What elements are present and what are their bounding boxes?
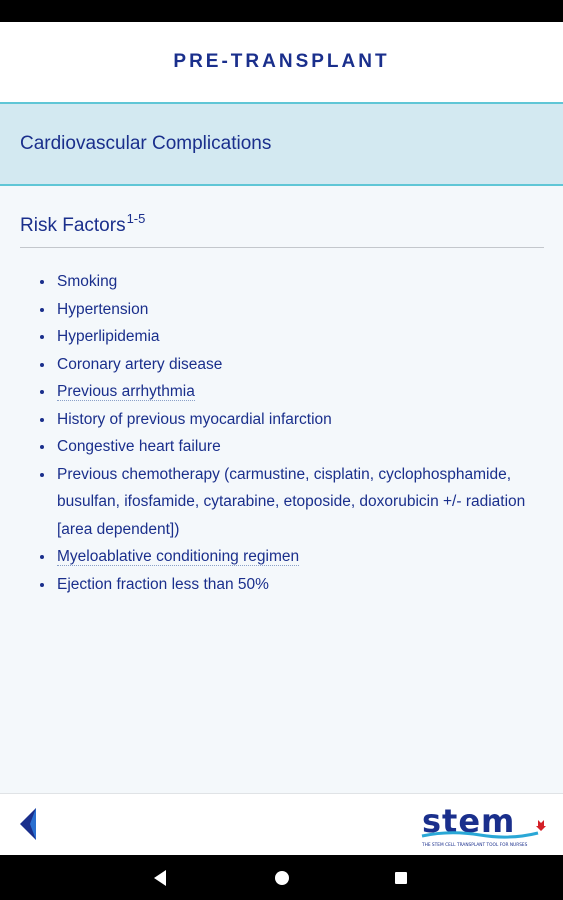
list-item: Previous chemotherapy (carmustine, cispl… <box>20 461 544 544</box>
svg-text:THE STEM CELL TRANSPLANT TOOL: THE STEM CELL TRANSPLANT TOOL FOR NURSES <box>421 842 528 848</box>
glossary-term[interactable]: Previous arrhythmia <box>57 383 195 401</box>
nav-recents-icon <box>395 872 407 884</box>
risk-factors-list: Smoking Hypertension Hyperlipidemia Coro… <box>20 268 544 598</box>
list-item: Hyperlipidemia <box>20 323 544 351</box>
list-item-glossary-link[interactable]: Previous arrhythmia <box>20 378 544 406</box>
nav-recents-button[interactable] <box>391 868 411 893</box>
nav-home-button[interactable] <box>272 868 292 893</box>
stem-logo-mark: stem THE STEM CELL TRANSPLANT TOOL FOR N… <box>421 802 546 848</box>
list-item: History of previous myocardial infarctio… <box>20 406 544 434</box>
section-header: Cardiovascular Complications <box>0 104 563 184</box>
stem-logo: stem THE STEM CELL TRANSPLANT TOOL FOR N… <box>420 802 550 850</box>
back-button[interactable] <box>16 806 40 842</box>
nav-back-button[interactable] <box>151 868 171 893</box>
page-title: PRE-TRANSPLANT <box>173 51 390 72</box>
list-item: Hypertension <box>20 296 544 324</box>
system-nav-bar <box>0 855 563 900</box>
status-bar <box>0 0 563 22</box>
list-item: Ejection fraction less than 50% <box>20 571 544 599</box>
list-item: Congestive heart failure <box>20 433 544 461</box>
list-item: Smoking <box>20 268 544 296</box>
nav-home-icon <box>275 871 289 885</box>
risk-factors-label: Risk Factors <box>20 215 126 236</box>
title-bar: PRE-TRANSPLANT <box>0 22 563 102</box>
footer: stem THE STEM CELL TRANSPLANT TOOL FOR N… <box>0 793 563 855</box>
content-area: Risk Factors1-5 Smoking Hypertension Hyp… <box>0 186 563 793</box>
risk-factors-heading: Risk Factors1-5 <box>20 211 544 248</box>
section-title: Cardiovascular Complications <box>20 133 272 154</box>
glossary-term[interactable]: Myeloablative conditioning regimen <box>57 548 300 566</box>
back-triangle-icon <box>20 808 36 840</box>
list-item: Coronary artery disease <box>20 351 544 379</box>
list-item-glossary-link[interactable]: Myeloablative conditioning regimen <box>20 543 544 571</box>
nav-back-icon <box>154 870 166 886</box>
risk-factors-reference: 1-5 <box>126 211 146 226</box>
